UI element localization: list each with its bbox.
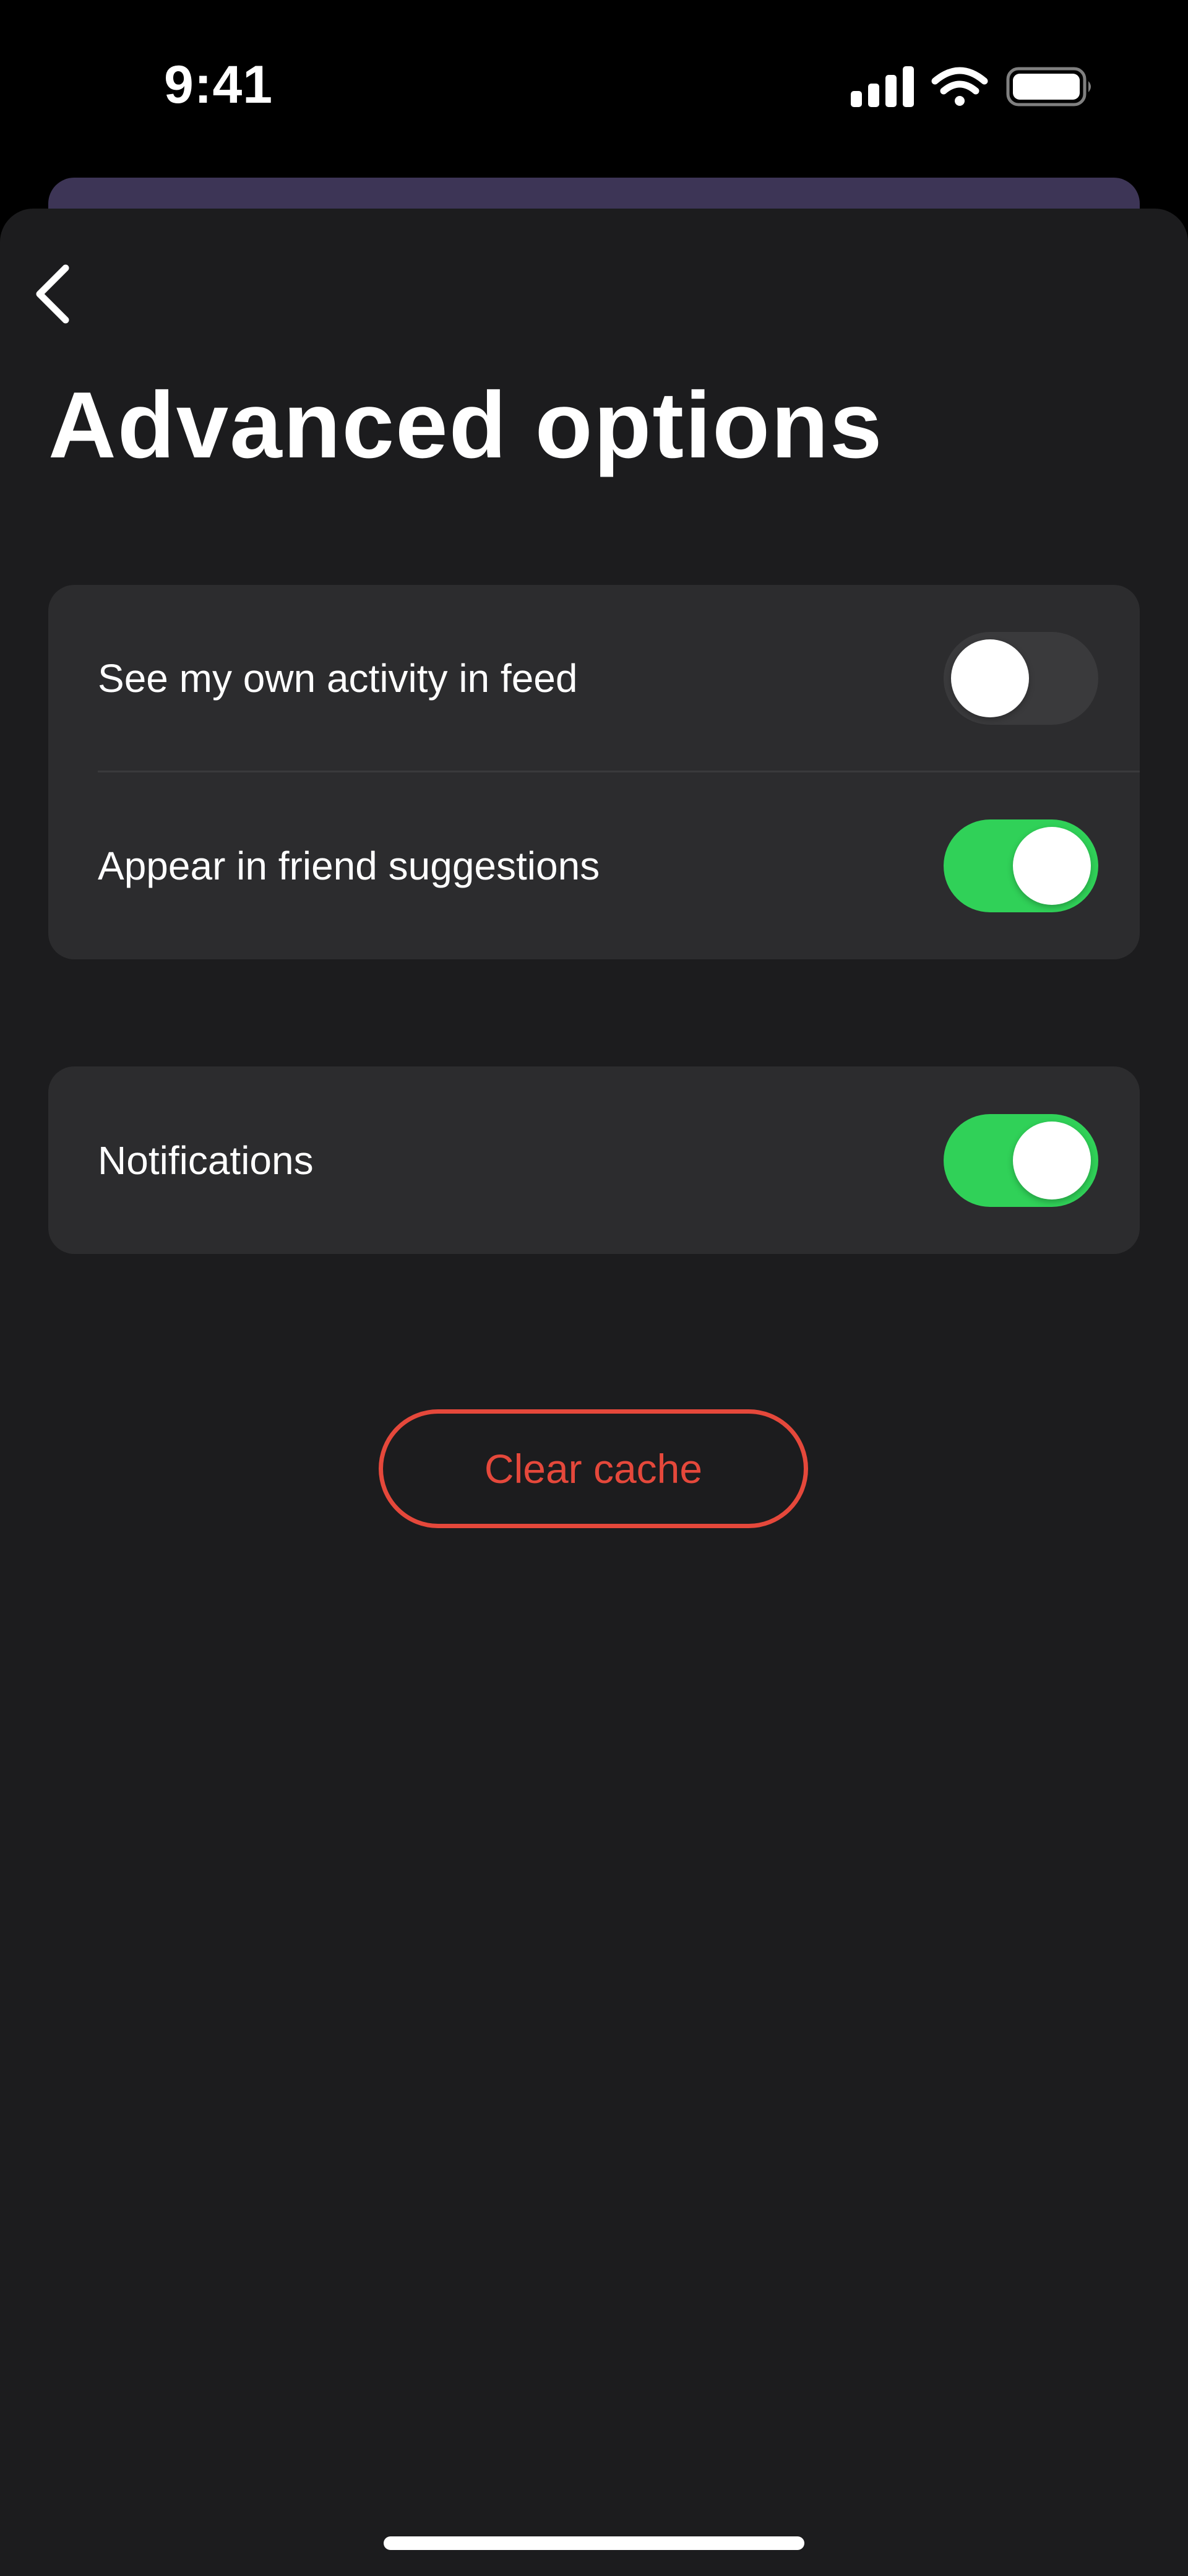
toggle-knob <box>1013 1121 1091 1199</box>
settings-group-privacy: See my own activity in feed Appear in fr… <box>48 585 1140 959</box>
home-indicator[interactable] <box>384 2536 804 2550</box>
friend-suggestions-toggle[interactable] <box>944 819 1098 912</box>
setting-label: Appear in friend suggestions <box>98 844 600 888</box>
notifications-toggle[interactable] <box>944 1113 1098 1207</box>
setting-label: Notifications <box>98 1138 314 1183</box>
page-title: Advanced options <box>48 373 884 478</box>
status-time: 9:41 <box>164 55 273 115</box>
settings-sheet <box>0 209 1188 2576</box>
battery-icon <box>1006 67 1091 106</box>
back-button[interactable] <box>19 257 87 331</box>
toggle-knob <box>951 639 1029 717</box>
status-bar: 9:41 <box>0 0 1188 161</box>
wifi-icon <box>931 67 988 106</box>
cellular-signal-icon <box>851 66 914 107</box>
chevron-left-icon <box>36 264 69 324</box>
own-activity-toggle[interactable] <box>944 632 1098 725</box>
setting-row-friend-suggestions[interactable]: Appear in friend suggestions <box>48 772 1140 959</box>
toggle-knob <box>1013 827 1091 905</box>
status-icons <box>851 64 1098 111</box>
setting-label: See my own activity in feed <box>98 656 578 701</box>
clear-cache-button[interactable]: Clear cache <box>379 1409 808 1528</box>
setting-row-notifications[interactable]: Notifications <box>48 1066 1140 1254</box>
settings-group-notifications: Notifications <box>48 1066 1140 1254</box>
setting-row-own-activity[interactable]: See my own activity in feed <box>48 585 1140 772</box>
